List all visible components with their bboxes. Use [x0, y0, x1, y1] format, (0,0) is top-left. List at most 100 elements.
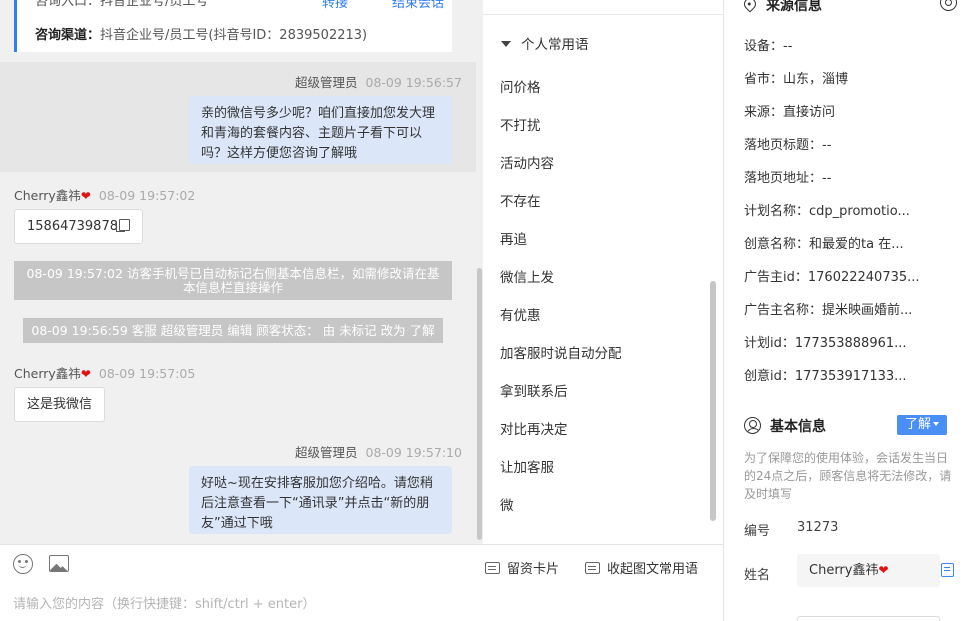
- phrase-item[interactable]: 有优惠: [500, 304, 541, 324]
- phrase-group-toggle[interactable]: 个人常用语: [501, 33, 589, 53]
- leave-info-card-button[interactable]: 留资卡片: [485, 558, 559, 577]
- source-row-creative-name: 创意名称：和最爱的ta 在...: [744, 233, 904, 252]
- location-pin-icon: [741, 0, 759, 13]
- message-sender-line: Cherry鑫祎❤ 08-09 19:57:05: [14, 363, 195, 382]
- target-icon[interactable]: [940, 0, 957, 11]
- channel-label: 咨询渠道：: [35, 28, 101, 43]
- customer-info-panel: 来源信息 设备：-- 省市：山东，淄博 来源：直接访问 落地页标题：-- 落地页…: [724, 0, 971, 621]
- image-icon[interactable]: [49, 555, 69, 572]
- row-label: 广告主名称：: [744, 303, 823, 318]
- message-sender-line: Cherry鑫祎❤ 08-09 19:57:02: [14, 185, 195, 204]
- row-value: --: [822, 171, 832, 186]
- row-value: --: [783, 39, 793, 54]
- sender-name: 超级管理员: [295, 75, 358, 90]
- chat-panel[interactable]: 咨询入口：抖音企业号/员工号 转接 结束会话 咨询渠道：抖音企业号/员工号(抖音…: [0, 0, 483, 544]
- heart-icon: ❤: [80, 189, 91, 203]
- phone-number-text: 15864739878: [27, 219, 118, 234]
- heart-icon: ❤: [80, 367, 91, 381]
- channel-row: 咨询渠道：抖音企业号/员工号(抖音号ID：2839502213): [35, 24, 367, 43]
- edit-deadline-hint: 为了保障您的使用体验，会话发生当日的24点之后，顾客信息将无法修改，请及时填写: [744, 451, 952, 501]
- emoji-icon-mouth: [18, 563, 27, 568]
- customer-status-dropdown[interactable]: 了解: [897, 415, 947, 435]
- name-field[interactable]: Cherry鑫祎❤: [797, 554, 940, 587]
- row-label: 创意名称：: [744, 237, 810, 252]
- source-row-device: 设备：--: [744, 35, 792, 54]
- copy-icon[interactable]: [941, 563, 954, 577]
- row-label: 计划id：: [744, 336, 795, 351]
- phrase-item[interactable]: 不打扰: [500, 114, 541, 134]
- system-notice: 08-09 19:56:59 客服 超级管理员 编辑 顾客状态： 由 未标记 改…: [23, 318, 443, 343]
- source-row-source: 来源：直接访问: [744, 101, 835, 120]
- row-value: 山东，淄博: [783, 72, 849, 87]
- row-value: cdp_promotio...: [809, 204, 910, 219]
- chevron-down-icon: [933, 422, 939, 426]
- chat-scrollbar-thumb[interactable]: [477, 268, 482, 540]
- basic-info-title-text: 基本信息: [770, 419, 826, 435]
- phrase-item[interactable]: 问价格: [500, 76, 541, 96]
- id-value: 31273: [797, 520, 839, 535]
- basic-info-title: 基本信息: [744, 416, 826, 436]
- name-label: 姓名: [744, 568, 771, 583]
- phrase-item[interactable]: 拿到联系后: [500, 380, 568, 400]
- visitor-message-bubble: 这是我微信: [14, 387, 106, 422]
- row-label: 来源：: [744, 105, 784, 120]
- row-value: 176022240735...: [807, 270, 920, 285]
- message-time: 08-09 19:57:10: [365, 445, 462, 460]
- next-field-partial[interactable]: [797, 616, 940, 621]
- message-input[interactable]: 请输入您的内容（换行快捷键：shift/ctrl + enter）: [13, 593, 316, 612]
- source-row-landing-url: 落地页地址：--: [744, 167, 831, 186]
- name-value: Cherry鑫祎: [809, 563, 879, 578]
- phrase-item[interactable]: 微信上发: [500, 266, 554, 286]
- phrase-item[interactable]: 不存在: [500, 190, 541, 210]
- heart-icon: ❤: [878, 563, 889, 577]
- phrase-group-title: 个人常用语: [521, 37, 589, 53]
- emoji-icon[interactable]: [13, 554, 33, 574]
- customer-status-label: 了解: [904, 417, 931, 432]
- quick-phrases-panel: 个人常用语 问价格 不打扰 活动内容 不存在 再追 微信上发 有优惠 加客服时说…: [483, 0, 723, 544]
- phrase-item[interactable]: 加客服时说自动分配: [500, 342, 622, 362]
- row-label: 落地页地址：: [744, 171, 823, 186]
- row-value: 177353888961...: [794, 336, 907, 351]
- source-row-advertiser-name: 广告主名称：提米映画婚前...: [744, 299, 912, 318]
- source-row-region: 省市：山东，淄博: [744, 68, 848, 87]
- phrases-scrollbar-thumb[interactable]: [710, 281, 716, 521]
- source-row-plan-id: 计划id：177353888961...: [744, 332, 907, 351]
- row-label: 落地页标题：: [744, 138, 823, 153]
- end-session-link[interactable]: 结束会话: [392, 0, 444, 11]
- source-row-advertiser-id: 广告主id：176022240735...: [744, 266, 920, 285]
- source-info-title-text: 来源信息: [766, 0, 822, 14]
- collapse-phrases-button[interactable]: 收起图文常用语: [585, 558, 698, 577]
- caret-down-icon: [501, 41, 511, 47]
- row-value: 直接访问: [783, 105, 836, 120]
- visitor-message-bubble: 15864739878: [14, 209, 143, 244]
- copy-icon[interactable]: [115, 219, 130, 232]
- id-label: 编号: [744, 524, 771, 539]
- source-info-title: 来源信息: [741, 0, 822, 15]
- leave-info-card-label: 留资卡片: [507, 562, 560, 577]
- message-time: 08-09 19:57:02: [98, 188, 196, 203]
- row-value: 和最爱的ta 在...: [809, 237, 904, 252]
- phrase-item[interactable]: 活动内容: [500, 152, 554, 172]
- message-sender-line: 超级管理员 08-09 19:56:57: [295, 72, 462, 91]
- row-value: 提米映画婚前...: [822, 303, 913, 318]
- system-notice: 08-09 19:57:02 访客手机号已自动标记右侧基本信息栏，如需修改请在基…: [14, 261, 452, 300]
- transfer-link[interactable]: 转接: [322, 0, 348, 11]
- sender-name: 超级管理员: [295, 445, 358, 460]
- entry-row-partial: 咨询入口：抖音企业号/员工号: [35, 0, 209, 9]
- agent-message-bubble: 亲的微信号多少呢？咱们直接加您发大理和青海的套餐内容、主题片子看下可以吗？这样方…: [189, 96, 452, 164]
- row-label: 广告主id：: [744, 270, 808, 285]
- session-info-card: 咨询入口：抖音企业号/员工号 转接 结束会话 咨询渠道：抖音企业号/员工号(抖音…: [14, 0, 452, 52]
- row-label: 省市：: [744, 72, 784, 87]
- sender-name: Cherry鑫祎: [14, 188, 81, 203]
- phrase-item[interactable]: 微: [500, 494, 514, 514]
- row-label: 计划名称：: [744, 204, 810, 219]
- row-value: --: [822, 138, 832, 153]
- source-row-landing-title: 落地页标题：--: [744, 134, 831, 153]
- message-composer[interactable]: 留资卡片 收起图文常用语 请输入您的内容（换行快捷键：shift/ctrl + …: [0, 544, 724, 621]
- phrase-item[interactable]: 让加客服: [500, 456, 554, 476]
- user-icon: [744, 417, 761, 434]
- phrase-item[interactable]: 再追: [500, 228, 527, 248]
- message-time: 08-09 19:57:05: [98, 366, 196, 381]
- card-icon: [485, 562, 500, 574]
- phrase-item[interactable]: 对比再决定: [500, 418, 568, 438]
